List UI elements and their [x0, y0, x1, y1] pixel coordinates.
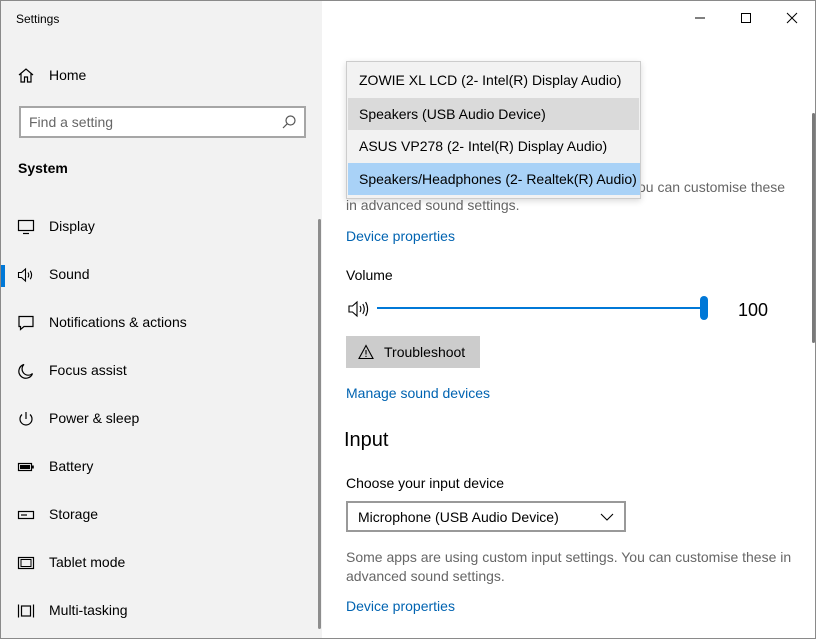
volume-label: Volume [346, 267, 393, 283]
sidebar-item-focus-assist[interactable]: Focus assist [1, 351, 322, 391]
input-help-text-line2: advanced sound settings. [346, 568, 505, 584]
chevron-down-icon [600, 513, 614, 521]
app-title: Settings [16, 12, 60, 26]
search-input[interactable] [29, 112, 269, 132]
sidebar-item-battery[interactable]: Battery [1, 447, 322, 487]
close-icon [786, 12, 798, 24]
storage-icon [17, 510, 35, 520]
sidebar-item-label: Storage [49, 506, 99, 522]
input-device-value: Microphone (USB Audio Device) [358, 509, 559, 525]
maximize-button[interactable] [723, 1, 769, 35]
dropdown-option-selected[interactable]: Speakers/Headphones (2- Realtek(R) Audio… [348, 163, 640, 195]
sidebar-item-multitasking[interactable]: Multi-tasking [1, 591, 322, 631]
monitor-icon [17, 219, 35, 235]
notification-icon [18, 315, 34, 331]
input-help-text-line1: Some apps are using custom input setting… [346, 549, 792, 565]
home-nav-item[interactable]: Home [17, 63, 86, 87]
multitasking-icon [17, 604, 35, 618]
power-icon [19, 412, 33, 426]
dropdown-option[interactable]: ZOWIE XL LCD (2- Intel(R) Display Audio) [348, 64, 639, 96]
volume-slider-track[interactable] [377, 307, 703, 309]
window-controls [677, 1, 815, 35]
speaker-volume-icon[interactable] [347, 299, 371, 319]
sidebar-item-sound[interactable]: Sound [1, 255, 322, 295]
battery-icon [17, 462, 34, 472]
volume-value: 100 [738, 300, 769, 320]
sidebar-item-tablet-mode[interactable]: Tablet mode [1, 543, 322, 583]
input-device-properties-link[interactable]: Device properties [346, 598, 455, 614]
minimize-button[interactable] [677, 1, 723, 35]
sidebar-item-label: Battery [49, 458, 94, 474]
home-icon [18, 68, 34, 83]
volume-slider-thumb[interactable] [700, 296, 708, 320]
speaker-icon [17, 267, 33, 283]
sidebar-item-label: Tablet mode [49, 554, 126, 570]
home-label: Home [49, 67, 87, 83]
volume-row: 100 [347, 296, 777, 321]
search-icon[interactable] [281, 114, 297, 130]
minimize-icon [695, 17, 705, 19]
output-help-text-line1: ou can customise these [638, 179, 786, 195]
sidebar-item-label: Multi-tasking [49, 602, 128, 618]
dropdown-option[interactable]: ASUS VP278 (2- Intel(R) Display Audio) [348, 130, 639, 162]
sidebar-item-label: Notifications & actions [49, 314, 187, 330]
maximize-icon [741, 13, 751, 23]
moon-icon [18, 363, 34, 379]
sidebar: Settings Home System Display [1, 1, 322, 638]
manage-sound-devices-link[interactable]: Manage sound devices [346, 385, 490, 401]
section-title: System [18, 160, 68, 176]
input-heading: Input [344, 429, 389, 451]
sidebar-item-label: Display [49, 218, 95, 234]
sidebar-item-power-sleep[interactable]: Power & sleep [1, 399, 322, 439]
sidebar-item-label: Power & sleep [49, 410, 140, 426]
sidebar-scrollbar[interactable] [318, 219, 321, 629]
input-device-select[interactable]: Microphone (USB Audio Device) [346, 501, 626, 532]
sidebar-item-notifications[interactable]: Notifications & actions [1, 303, 322, 343]
dropdown-option[interactable]: Speakers (USB Audio Device) [348, 98, 639, 130]
sidebar-item-storage[interactable]: Storage [1, 495, 322, 535]
choose-input-label: Choose your input device [346, 475, 504, 491]
sidebar-item-display[interactable]: Display [1, 207, 322, 247]
close-button[interactable] [769, 1, 815, 35]
output-device-dropdown: ZOWIE XL LCD (2- Intel(R) Display Audio)… [346, 61, 641, 199]
content-scrollbar[interactable] [812, 113, 815, 343]
troubleshoot-button[interactable]: Troubleshoot [346, 336, 480, 368]
troubleshoot-label: Troubleshoot [384, 344, 466, 360]
warning-icon [358, 344, 374, 360]
settings-window: Settings Home System Display [0, 0, 816, 639]
output-device-properties-link[interactable]: Device properties [346, 228, 455, 244]
sidebar-item-label: Focus assist [49, 362, 127, 378]
search-box[interactable] [19, 106, 306, 138]
sidebar-item-label: Sound [49, 266, 90, 282]
tablet-icon [17, 556, 35, 570]
